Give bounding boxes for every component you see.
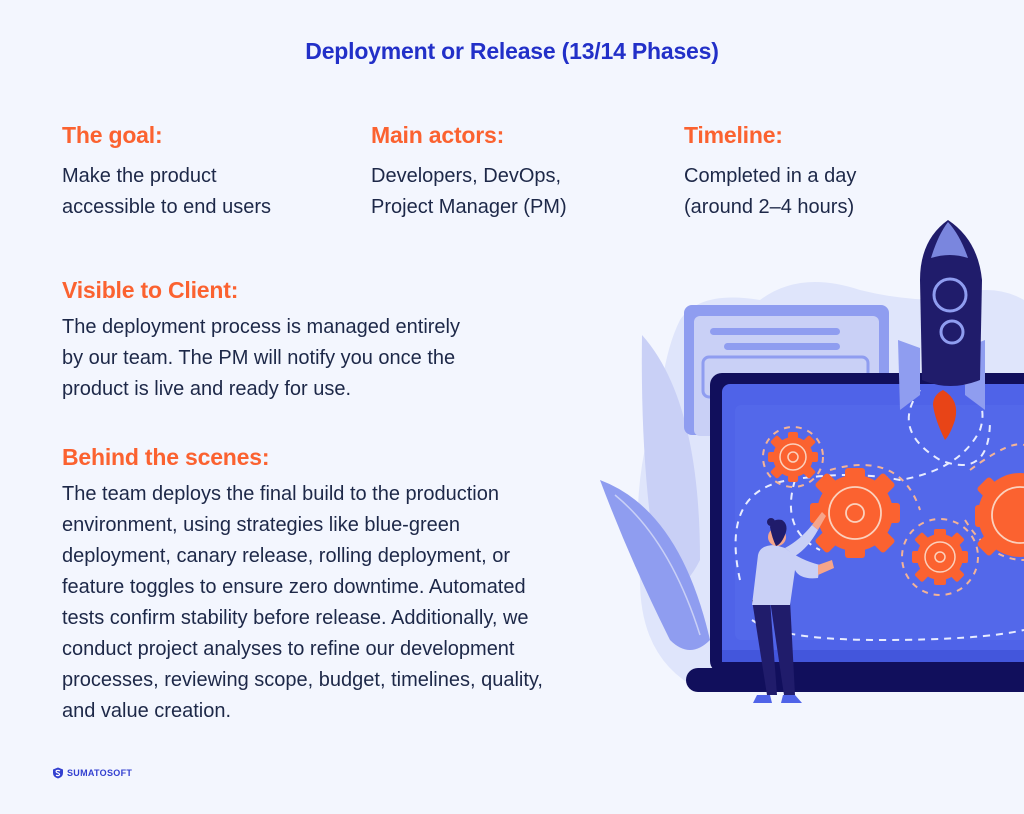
timeline-line: Completed in a day (684, 165, 857, 187)
shield-s-logo-icon (53, 767, 63, 779)
visible-line: The deployment process is managed entire… (62, 316, 460, 338)
visible-line: by our team. The PM will notify you once… (62, 347, 456, 369)
visible-text: The deployment process is managed entire… (62, 312, 460, 405)
goal-line: Make the product (62, 165, 217, 187)
behind-line: environment, using strategies like blue-… (62, 514, 460, 536)
brand-logo: SUMATOSOFT (52, 767, 132, 779)
actors-column: Main actors: Developers, DevOps, Project… (371, 122, 567, 223)
behind-line: and value creation. (62, 700, 232, 722)
goal-line: accessible to end users (62, 196, 272, 218)
goal-heading: The goal: (62, 122, 163, 148)
behind-line: processes, reviewing scope, budget, time… (62, 669, 543, 691)
behind-line: deployment, canary release, rolling depl… (62, 545, 511, 567)
behind-line: tests confirm stability before release. … (62, 607, 529, 629)
behind-line: conduct project analyses to refine our d… (62, 638, 515, 660)
actors-line: Project Manager (PM) (371, 196, 567, 218)
gear-icon (975, 473, 1024, 557)
behind-line: The team deploys the final build to the … (62, 483, 499, 505)
visible-line: product is live and ready for use. (62, 378, 352, 400)
timeline-column: Timeline: Completed in a day (around 2–4… (684, 122, 856, 223)
page-title: Deployment or Release (13/14 Phases) (305, 38, 719, 64)
gear-icon (912, 529, 968, 585)
brand-name: SUMATOSOFT (67, 768, 133, 778)
behind-text: The team deploys the final build to the … (62, 479, 543, 727)
actors-heading: Main actors: (371, 122, 505, 148)
behind-heading: Behind the scenes: (62, 444, 270, 470)
deployment-illustration (600, 220, 1024, 703)
behind-line: feature toggles to ensure zero downtime.… (62, 576, 526, 598)
gear-icon (768, 432, 818, 482)
visible-heading: Visible to Client: (62, 277, 239, 303)
timeline-heading: Timeline: (684, 122, 783, 148)
goal-text: Make the product accessible to end users (62, 161, 271, 223)
goal-column: The goal: Make the product accessible to… (62, 122, 271, 223)
actors-text: Developers, DevOps, Project Manager (PM) (371, 161, 567, 223)
gear-icon (810, 468, 900, 558)
behind-the-scenes-section: Behind the scenes: The team deploys the … (62, 444, 543, 727)
actors-line: Developers, DevOps, (371, 165, 562, 187)
visible-to-client-section: Visible to Client: The deployment proces… (62, 277, 460, 405)
timeline-text: Completed in a day (around 2–4 hours) (684, 161, 856, 223)
